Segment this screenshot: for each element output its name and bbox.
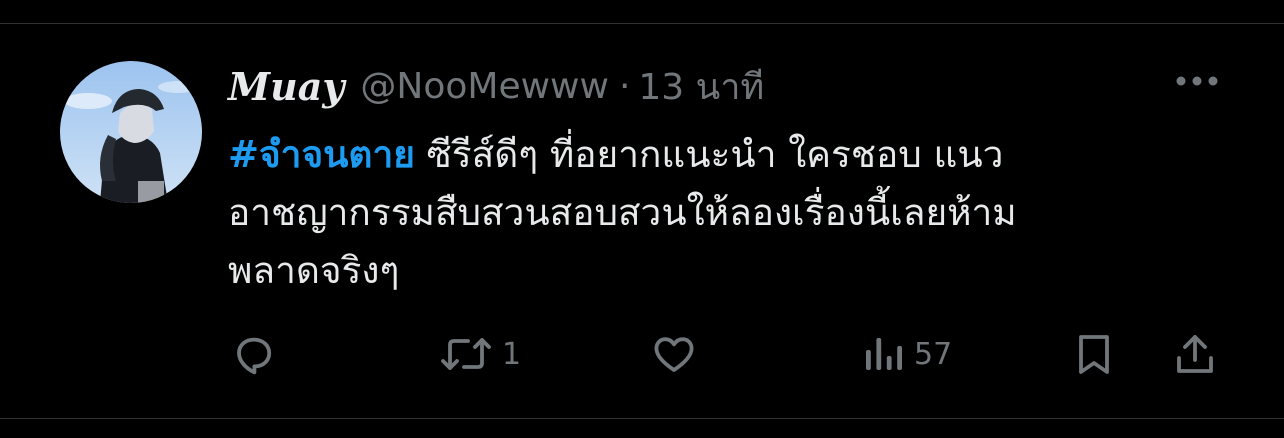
tweet-header: Muay @NooMewww · 13 นาที <box>228 58 764 114</box>
timestamp[interactable]: 13 นาที <box>638 58 764 115</box>
top-divider <box>0 23 1284 24</box>
display-name[interactable]: Muay <box>228 64 344 109</box>
more-button[interactable] <box>1172 66 1222 94</box>
tweet-text-line-1-rest: ซีรีส์ดีๆ ที่อยากแนะนำ ใครชอบ แนว <box>414 133 1004 176</box>
action-bar: 1 57 <box>0 326 1284 382</box>
tweet-text-line-1: #จำจนตาย ซีรีส์ดีๆ ที่อยากแนะนำ ใครชอบ แ… <box>228 126 1238 184</box>
like-button[interactable] <box>650 326 706 382</box>
retweet-button[interactable]: 1 <box>438 326 521 382</box>
bookmark-icon <box>1074 330 1114 378</box>
views-button[interactable]: 57 <box>862 326 952 382</box>
avatar[interactable] <box>60 61 202 203</box>
hashtag-link[interactable]: #จำจนตาย <box>228 133 415 176</box>
views-count: 57 <box>914 336 953 372</box>
bottom-divider <box>0 418 1284 419</box>
retweet-count: 1 <box>502 336 522 372</box>
tweet-text-line-2: อาชญากรรมสืบสวนสอบสวนให้ลองเรื่องนี้เลยห… <box>228 191 1017 234</box>
retweet-icon <box>438 330 494 378</box>
user-handle[interactable]: @NooMewww <box>360 66 609 107</box>
separator-dot: · <box>618 65 631 107</box>
tweet-text-line-3: พลาดจริงๆ <box>228 249 400 292</box>
more-horizontal-icon <box>1175 71 1219 90</box>
share-icon <box>1172 330 1218 378</box>
tweet-text: #จำจนตาย ซีรีส์ดีๆ ที่อยากแนะนำ ใครชอบ แ… <box>228 126 1238 300</box>
views-icon <box>862 330 906 378</box>
bookmark-button[interactable] <box>1074 326 1114 382</box>
reply-button[interactable] <box>230 326 286 382</box>
reply-icon <box>230 330 278 378</box>
share-button[interactable] <box>1172 326 1218 382</box>
heart-icon <box>650 330 698 378</box>
